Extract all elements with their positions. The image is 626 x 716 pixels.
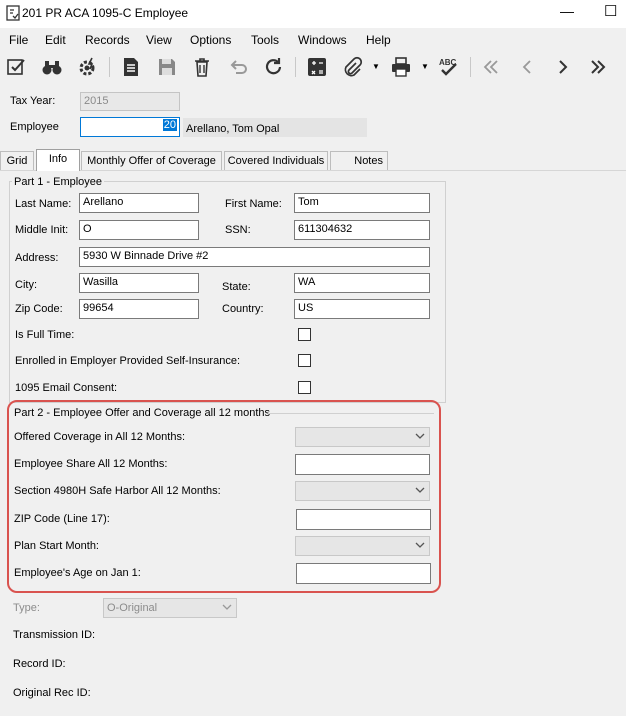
safe-harbor-select[interactable] [295, 481, 430, 501]
trash-icon[interactable] [191, 56, 213, 78]
first-record-icon[interactable] [480, 56, 502, 78]
menu-help[interactable]: Help [366, 33, 391, 47]
chevron-down-icon [415, 542, 425, 548]
part2-title: Part 2 - Employee Offer and Coverage all… [12, 407, 272, 419]
first-name-label: First Name: [225, 198, 282, 210]
document-icon[interactable] [120, 56, 142, 78]
city-field[interactable]: Wasilla [79, 273, 199, 293]
safe-harbor-label: Section 4980H Safe Harbor All 12 Months: [14, 485, 221, 497]
minimize-button[interactable]: — [560, 3, 574, 19]
undo-icon[interactable] [227, 56, 249, 78]
toolbar-separator [295, 57, 296, 77]
tab-monthly-offer[interactable]: Monthly Offer of Coverage [81, 151, 222, 170]
type-label: Type: [13, 602, 40, 614]
app-icon [6, 5, 20, 21]
email-consent-checkbox[interactable] [298, 381, 311, 394]
tax-year-label: Tax Year: [10, 95, 56, 107]
save-disk-icon[interactable] [156, 56, 178, 78]
zip-label: Zip Code: [15, 303, 63, 315]
chevron-down-icon [415, 433, 425, 439]
maximize-button[interactable]: ☐ [604, 2, 617, 20]
chevron-down-icon [222, 604, 232, 610]
last-name-label: Last Name: [15, 198, 72, 210]
chevron-down-icon [415, 487, 425, 493]
toolbar-separator [109, 57, 110, 77]
plan-start-select[interactable] [295, 536, 430, 556]
employee-name: Arellano, Tom Opal [186, 123, 280, 135]
zip-line17-field[interactable] [296, 509, 431, 530]
country-field[interactable]: US [294, 299, 430, 319]
menu-edit[interactable]: Edit [45, 33, 66, 47]
self-insurance-label: Enrolled in Employer Provided Self-Insur… [15, 355, 241, 367]
next-record-icon[interactable] [552, 56, 574, 78]
original-rec-id-label: Original Rec ID: [13, 687, 91, 699]
tab-covered-individuals[interactable]: Covered Individuals [224, 151, 328, 170]
part2-group-line [268, 413, 434, 414]
transmission-id-label: Transmission ID: [13, 629, 96, 641]
tab-grid[interactable]: Grid [0, 151, 34, 170]
city-label: City: [15, 279, 37, 291]
menu-view[interactable]: View [146, 33, 172, 47]
refresh-icon[interactable] [263, 56, 285, 78]
age-field[interactable] [296, 563, 431, 584]
zip-line17-label: ZIP Code (Line 17): [14, 513, 110, 525]
ssn-field[interactable]: 611304632 [294, 220, 430, 240]
paperclip-icon[interactable] [341, 56, 363, 78]
state-field[interactable]: WA [294, 273, 430, 293]
employee-share-field[interactable] [295, 454, 430, 475]
address-field[interactable]: 5930 W Binnade Drive #2 [79, 247, 430, 267]
address-label: Address: [15, 252, 59, 264]
full-time-label: Is Full Time: [15, 329, 75, 341]
type-select: O-Original [103, 598, 237, 618]
full-time-checkbox[interactable] [298, 328, 311, 341]
menu-windows[interactable]: Windows [298, 33, 347, 47]
offered-coverage-label: Offered Coverage in All 12 Months: [14, 431, 186, 443]
spellcheck-icon[interactable]: ABC [438, 56, 460, 78]
chevron-down-icon[interactable]: ▼ [372, 62, 380, 71]
menu-file[interactable]: File [9, 33, 28, 47]
last-name-field[interactable]: Arellano [79, 193, 199, 213]
tax-year-field: 2015 [80, 92, 180, 111]
gear-bolt-icon[interactable] [77, 56, 99, 78]
plan-start-label: Plan Start Month: [14, 540, 99, 552]
window-title: 201 PR ACA 1095-C Employee [22, 6, 189, 20]
state-label: State: [222, 281, 251, 293]
toolbar-separator [470, 57, 471, 77]
age-label: Employee's Age on Jan 1: [14, 567, 141, 579]
middle-init-label: Middle Init: [15, 224, 69, 236]
country-label: Country: [222, 303, 264, 315]
offered-coverage-select[interactable] [295, 427, 430, 447]
part1-title: Part 1 - Employee [12, 176, 105, 188]
chevron-down-icon[interactable]: ▼ [421, 62, 429, 71]
tab-info[interactable]: Info [36, 149, 80, 171]
type-value: O-Original [107, 602, 158, 614]
tab-notes[interactable]: Notes [330, 151, 388, 170]
zip-field[interactable]: 99654 [79, 299, 199, 319]
calculator-icon[interactable] [306, 56, 328, 78]
record-id-label: Record ID: [13, 658, 66, 670]
employee-field[interactable]: 20 [80, 117, 180, 137]
previous-record-icon[interactable] [516, 56, 538, 78]
binoculars-icon[interactable] [41, 56, 63, 78]
menu-tools[interactable]: Tools [251, 33, 279, 47]
tab-strip-line [0, 170, 626, 171]
middle-init-field[interactable]: O [79, 220, 199, 240]
self-insurance-checkbox[interactable] [298, 354, 311, 367]
employee-label: Employee [10, 121, 59, 133]
edit-check-icon[interactable] [6, 56, 28, 78]
last-record-icon[interactable] [587, 56, 609, 78]
printer-icon[interactable] [390, 56, 412, 78]
employee-share-label: Employee Share All 12 Months: [14, 458, 168, 470]
email-consent-label: 1095 Email Consent: [15, 382, 118, 394]
employee-id-selection: 20 [162, 119, 177, 131]
menu-options[interactable]: Options [190, 33, 231, 47]
first-name-field[interactable]: Tom [294, 193, 430, 213]
menu-records[interactable]: Records [85, 33, 130, 47]
ssn-label: SSN: [225, 224, 251, 236]
